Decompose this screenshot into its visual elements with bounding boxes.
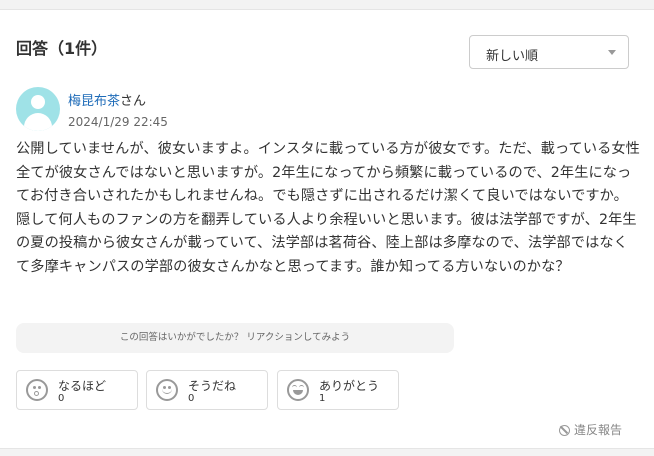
sort-selected-value: 新しい順: [486, 49, 539, 64]
reaction-button-naruhodo[interactable]: なるほど 0: [16, 370, 138, 410]
reaction-prompt: この回答はいかがでしたか？ リアクションしてみよう: [16, 323, 454, 353]
report-link[interactable]: 違反報告: [559, 421, 622, 438]
avatar-body: [24, 113, 52, 131]
smile-face-icon: [156, 379, 178, 401]
avatar[interactable]: [16, 87, 60, 131]
happy-face-icon: [287, 379, 309, 401]
reaction-count: 0: [188, 393, 195, 404]
author: 梅昆布茶さん: [68, 90, 146, 109]
reaction-count: 1: [319, 393, 326, 404]
reaction-button-arigatou[interactable]: ありがとう 1: [277, 370, 399, 410]
author-name-link[interactable]: 梅昆布茶: [68, 94, 120, 109]
reaction-label: そうだね: [188, 379, 237, 393]
author-suffix: さん: [120, 94, 147, 109]
reaction-label: ありがとう: [319, 379, 380, 393]
answers-header: 回答（1件）: [16, 39, 108, 58]
sort-select[interactable]: 新しい順: [469, 35, 629, 69]
reaction-button-soudane[interactable]: そうだね 0: [146, 370, 268, 410]
report-label: 違反報告: [574, 423, 623, 437]
answer-date: 2024/1/29 22:45: [68, 115, 168, 129]
answer-body: 公開していませんが、彼女いますよ。インスタに載っている方が彼女です。ただ、載って…: [16, 141, 640, 275]
surprised-face-icon: [26, 379, 48, 401]
avatar-head: [31, 95, 45, 109]
reaction-count: 0: [58, 393, 65, 404]
prohibited-icon: [559, 425, 570, 436]
reaction-label: なるほど: [58, 379, 107, 393]
chevron-down-icon: [608, 50, 616, 55]
answer-card: 回答（1件） 新しい順 梅昆布茶さん 2024/1/29 22:45 公開してい…: [0, 9, 654, 449]
